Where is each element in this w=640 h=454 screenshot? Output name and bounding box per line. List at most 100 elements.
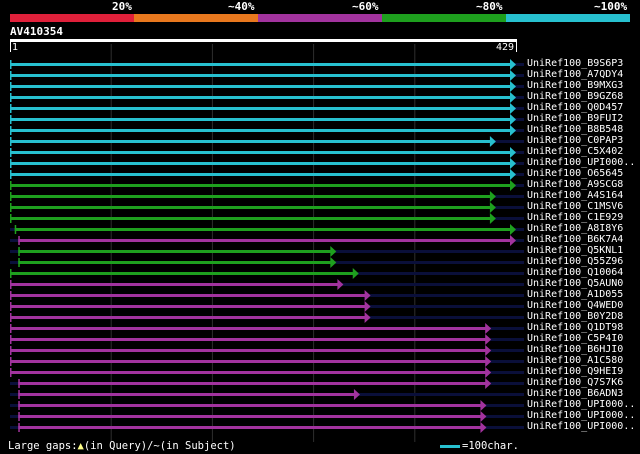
hit-label[interactable]: UniRef100_B9MXG3 <box>527 80 623 91</box>
alignment-start-tick <box>10 335 12 344</box>
alignment-bar[interactable] <box>10 107 511 110</box>
hit-label[interactable]: UniRef100_B6ADN3 <box>527 388 623 399</box>
alignment-bar[interactable] <box>10 349 487 352</box>
hit-label[interactable]: UniRef100_C5P4I0 <box>527 333 623 344</box>
alignment-bar[interactable] <box>18 426 482 429</box>
hit-label[interactable]: UniRef100_Q1DT98 <box>527 322 623 333</box>
alignment-bar[interactable] <box>10 74 511 77</box>
hit-label[interactable]: UniRef100_UPI000.. <box>527 421 635 432</box>
hit-label[interactable]: UniRef100_Q5AUN0 <box>527 278 623 289</box>
alignment-start-tick <box>10 203 12 212</box>
hit-label[interactable]: UniRef100_A8I8Y6 <box>527 223 623 234</box>
hit-label[interactable]: UniRef100_B0Y2D8 <box>527 311 623 322</box>
alignment-bar[interactable] <box>18 393 355 396</box>
alignment-arrow-icon <box>364 301 371 312</box>
hit-label[interactable]: UniRef100_C1MSV6 <box>527 201 623 212</box>
hit-label[interactable]: UniRef100_Q0D457 <box>527 102 623 113</box>
alignment-arrow-icon <box>480 400 487 411</box>
alignment-start-tick <box>18 258 20 267</box>
alignment-start-tick <box>14 225 17 234</box>
hit-label[interactable]: UniRef100_Q7S7K6 <box>527 377 623 388</box>
hit-label[interactable]: UniRef100_O65645 <box>527 168 623 179</box>
alignment-bar[interactable] <box>10 129 511 132</box>
scale-swatch <box>440 444 460 448</box>
alignment-bar[interactable] <box>10 85 511 88</box>
alignment-arrow-icon <box>485 356 492 367</box>
alignment-arrow-icon <box>510 114 516 125</box>
hit-label[interactable]: UniRef100_A7QDY4 <box>527 69 623 80</box>
hit-label[interactable]: UniRef100_C1E929 <box>527 212 623 223</box>
alignment-start-tick <box>10 357 12 366</box>
alignment-bar[interactable] <box>10 206 491 209</box>
alignment-start-tick <box>10 104 12 113</box>
alignment-bar[interactable] <box>10 96 511 99</box>
hit-label[interactable]: UniRef100_UPI000.. <box>527 410 635 421</box>
alignment-start-tick <box>10 302 12 311</box>
alignment-bar[interactable] <box>10 118 511 121</box>
alignment-bar[interactable] <box>14 228 511 231</box>
alignment-bar[interactable] <box>18 382 487 385</box>
alignment-start-tick <box>10 60 12 69</box>
hit-label[interactable]: UniRef100_A1C580 <box>527 355 623 366</box>
alignment-start-tick <box>10 126 12 135</box>
alignment-start-tick <box>10 280 12 289</box>
alignment-arrow-icon <box>364 290 371 301</box>
hit-label[interactable]: UniRef100_Q9HEI9 <box>527 366 623 377</box>
alignment-bar[interactable] <box>10 63 511 66</box>
alignment-bar[interactable] <box>10 272 354 275</box>
alignment-bar[interactable] <box>10 151 511 154</box>
hit-label[interactable]: UniRef100_Q55Z96 <box>527 256 623 267</box>
alignment-start-tick <box>10 346 12 355</box>
hit-label[interactable]: UniRef100_A9SCG8 <box>527 179 623 190</box>
hit-label[interactable]: UniRef100_B9S6P3 <box>527 58 623 69</box>
alignment-arrow-icon <box>489 213 496 224</box>
hit-label[interactable]: UniRef100_B6HJI0 <box>527 344 623 355</box>
alignment-bar[interactable] <box>18 404 482 407</box>
alignment-start-tick <box>18 379 20 388</box>
alignment-bar[interactable] <box>18 250 332 253</box>
hit-label[interactable]: UniRef100_B6K7A4 <box>527 234 623 245</box>
alignment-bar[interactable] <box>18 415 482 418</box>
alignment-bar[interactable] <box>10 140 491 143</box>
alignment-bar[interactable] <box>10 338 487 341</box>
alignment-arrow-icon <box>485 345 492 356</box>
alignment-arrow-icon <box>330 246 337 257</box>
hit-label[interactable]: UniRef100_C5X402 <box>527 146 623 157</box>
alignment-bar[interactable] <box>10 283 339 286</box>
hit-label[interactable]: UniRef100_B9FUI2 <box>527 113 623 124</box>
alignment-arrow-icon <box>352 268 359 279</box>
alignment-bar[interactable] <box>18 261 332 264</box>
alignment-bar[interactable] <box>10 173 511 176</box>
gap-legend-query: (in Query)/ <box>83 440 154 452</box>
hit-label[interactable]: UniRef100_C0PAP3 <box>527 135 623 146</box>
hit-label[interactable]: UniRef100_A1D055 <box>527 289 623 300</box>
alignment-bar[interactable] <box>10 305 366 308</box>
alignment-start-tick <box>18 236 20 245</box>
alignment-arrow-icon <box>510 169 516 180</box>
scale-legend: =100char. <box>440 440 519 452</box>
alignment-bar[interactable] <box>10 195 491 198</box>
alignment-bar[interactable] <box>10 184 511 187</box>
alignment-bar[interactable] <box>10 217 491 220</box>
alignment-bar[interactable] <box>10 371 487 374</box>
hit-label[interactable]: UniRef100_B8B548 <box>527 124 623 135</box>
hit-label[interactable]: UniRef100_Q4WED0 <box>527 300 623 311</box>
hit-label[interactable]: UniRef100_UPI000.. <box>527 157 635 168</box>
alignment-bar[interactable] <box>10 294 366 297</box>
hit-label[interactable]: UniRef100_UPI000.. <box>527 399 635 410</box>
alignment-bar[interactable] <box>10 327 487 330</box>
alignment-start-tick <box>18 412 20 421</box>
alignment-arrow-icon <box>330 257 337 268</box>
alignment-bar[interactable] <box>10 360 487 363</box>
hit-label[interactable]: UniRef100_A4S164 <box>527 190 623 201</box>
hit-label[interactable]: UniRef100_Q10064 <box>527 267 623 278</box>
gap-legend: Large gaps:▲(in Query)/~(in Subject) <box>8 440 236 452</box>
alignment-bar[interactable] <box>10 316 366 319</box>
alignment-start-tick <box>10 82 12 91</box>
hit-label[interactable]: UniRef100_B9GZ68 <box>527 91 623 102</box>
alignment-bar[interactable] <box>18 239 512 242</box>
hit-label[interactable]: UniRef100_Q5KNL1 <box>527 245 623 256</box>
alignment-bar[interactable] <box>10 162 511 165</box>
alignment-arrow-icon <box>510 103 516 114</box>
alignment-start-tick <box>10 269 12 278</box>
